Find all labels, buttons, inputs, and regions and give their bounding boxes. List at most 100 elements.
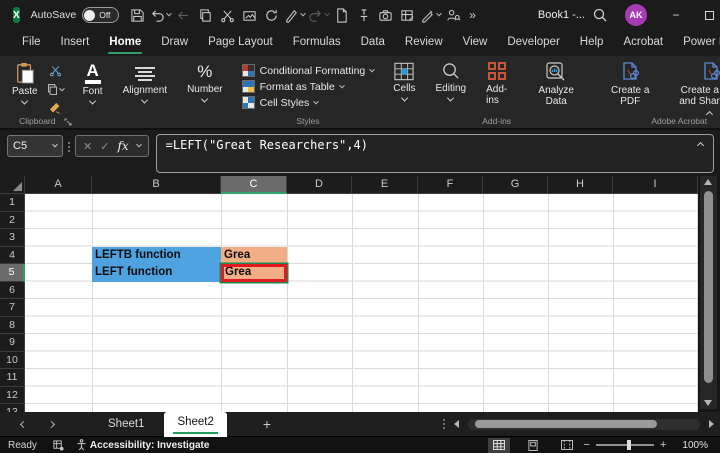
normal-view-icon[interactable] (487, 437, 510, 453)
avatar[interactable]: AK (624, 4, 647, 26)
accessibility-icon[interactable] (76, 439, 87, 451)
accessibility-status[interactable]: Accessibility: Investigate (90, 440, 210, 451)
format-painter-icon[interactable] (283, 3, 307, 27)
more-commands[interactable]: » (469, 8, 476, 22)
zoom-slider[interactable] (595, 440, 654, 450)
tab-file[interactable]: File (12, 30, 51, 56)
row-header-9[interactable]: 9 (0, 334, 25, 352)
add-sheet-button[interactable]: + (263, 416, 271, 432)
pen-icon[interactable] (419, 3, 443, 27)
zoom-out-button[interactable]: − (584, 439, 590, 451)
conditional-formatting-button[interactable]: Conditional Formatting (241, 64, 376, 77)
new-file-icon[interactable] (331, 3, 352, 27)
row-header-4[interactable]: 4 (0, 246, 25, 264)
format-painter-ribbon-icon[interactable] (46, 100, 65, 117)
row-header-7[interactable]: 7 (0, 299, 25, 317)
column-header-I[interactable]: I (613, 176, 698, 194)
cancel-icon[interactable]: ✕ (83, 140, 92, 153)
autosave-toggle[interactable]: Off (82, 7, 120, 23)
row-header-3[interactable]: 3 (0, 229, 25, 247)
column-header-E[interactable]: E (352, 176, 418, 194)
column-header-F[interactable]: F (418, 176, 483, 194)
enter-icon[interactable]: ✓ (100, 140, 109, 153)
cell-styles-button[interactable]: Cell Styles (241, 96, 375, 109)
row-header-5[interactable]: 5 (0, 264, 25, 282)
column-header-H[interactable]: H (548, 176, 613, 194)
macro-record-icon[interactable] (53, 439, 64, 451)
column-header-A[interactable]: A (25, 176, 92, 194)
cell-C4[interactable]: Grea (221, 246, 287, 264)
zoom-slider-thumb[interactable] (626, 440, 631, 450)
row-header-10[interactable]: 10 (0, 351, 25, 369)
page-break-view-icon[interactable] (556, 438, 578, 453)
analyze-data-button[interactable]: Analyze Data (522, 60, 590, 109)
horizontal-scrollbar[interactable] (468, 418, 700, 430)
cells-button[interactable]: Cells (388, 60, 420, 104)
row-header-13[interactable]: 13 (0, 404, 25, 412)
sheet-nav-left-icon[interactable] (16, 417, 30, 431)
number-button[interactable]: % Number (182, 60, 228, 105)
row-header-11[interactable]: 11 (0, 369, 25, 387)
formula-input[interactable]: =LEFT("Great Researchers",4) (155, 134, 714, 173)
ribbon-cut-icon[interactable] (46, 62, 65, 79)
maximize-button[interactable] (693, 0, 720, 30)
tab-formulas[interactable]: Formulas (283, 30, 351, 56)
tab-home[interactable]: Home (99, 30, 151, 56)
scroll-right-icon[interactable] (709, 420, 714, 428)
create-pdf-button[interactable]: Create a PDF (603, 60, 657, 109)
camera-icon[interactable] (375, 3, 396, 27)
tab-help[interactable]: Help (570, 30, 614, 56)
tab-insert[interactable]: Insert (51, 30, 100, 56)
column-header-G[interactable]: G (483, 176, 548, 194)
save-icon[interactable] (127, 3, 148, 27)
tab-review[interactable]: Review (395, 30, 453, 56)
name-box[interactable]: C5 (7, 135, 63, 157)
ribbon-copy-icon[interactable] (46, 81, 65, 98)
scroll-left-icon[interactable] (454, 420, 459, 428)
sheet-tab-sheet1[interactable]: Sheet1 (98, 418, 154, 430)
vertical-scrollbar[interactable] (700, 176, 717, 409)
tab-view[interactable]: View (453, 30, 498, 56)
paste-picture-icon[interactable] (239, 3, 260, 27)
row-header-8[interactable]: 8 (0, 316, 25, 334)
addins-button[interactable]: Add-ins (481, 60, 512, 108)
cell-B5[interactable]: LEFT function (92, 264, 221, 282)
insert-function-icon[interactable]: fx (117, 139, 128, 153)
tab-data[interactable]: Data (351, 30, 395, 56)
tab-developer[interactable]: Developer (497, 30, 569, 56)
scroll-down-icon[interactable] (704, 400, 712, 406)
sheet-nav-right-icon[interactable] (44, 417, 58, 431)
tab-acrobat[interactable]: Acrobat (613, 30, 673, 56)
minimize-button[interactable]: − (659, 0, 693, 30)
fill-handle[interactable] (283, 277, 284, 279)
row-header-1[interactable]: 1 (0, 194, 25, 212)
tab-power-pivot[interactable]: Power Pivot (673, 30, 720, 56)
column-header-D[interactable]: D (287, 176, 352, 194)
sheet-tab-sheet2-active[interactable]: Sheet2 (164, 411, 227, 437)
page-layout-view-icon[interactable] (522, 438, 544, 453)
select-all-button[interactable] (0, 176, 25, 194)
collapse-ribbon-icon[interactable] (705, 104, 714, 122)
font-button[interactable]: A Font (78, 60, 108, 107)
format-as-table-button[interactable]: Format as Table (241, 80, 375, 93)
pin-icon[interactable] (353, 3, 374, 27)
cut-icon[interactable] (217, 3, 238, 27)
row-header-6[interactable]: 6 (0, 281, 25, 299)
copy-icon[interactable] (195, 3, 216, 27)
formula-bar-handle[interactable] (68, 142, 70, 152)
alignment-button[interactable]: Alignment (118, 60, 172, 106)
editing-button[interactable]: Editing (431, 60, 472, 104)
column-header-B[interactable]: B (92, 176, 221, 194)
column-header-C[interactable]: C (221, 176, 287, 194)
clipboard-dialog-launcher-icon[interactable] (64, 118, 72, 126)
splitter-handle[interactable] (443, 419, 445, 429)
search-icon[interactable] (585, 0, 615, 30)
row-header-2[interactable]: 2 (0, 211, 25, 229)
vertical-scroll-thumb[interactable] (704, 191, 713, 383)
paste-button[interactable]: Paste (7, 60, 43, 117)
tab-draw[interactable]: Draw (151, 30, 198, 56)
person-search-icon[interactable] (443, 3, 464, 27)
zoom-in-button[interactable]: + (660, 439, 666, 451)
create-pdf-share-button[interactable]: Create a PDF and Share link (667, 60, 720, 109)
zoom-level[interactable]: 100% (682, 440, 708, 451)
